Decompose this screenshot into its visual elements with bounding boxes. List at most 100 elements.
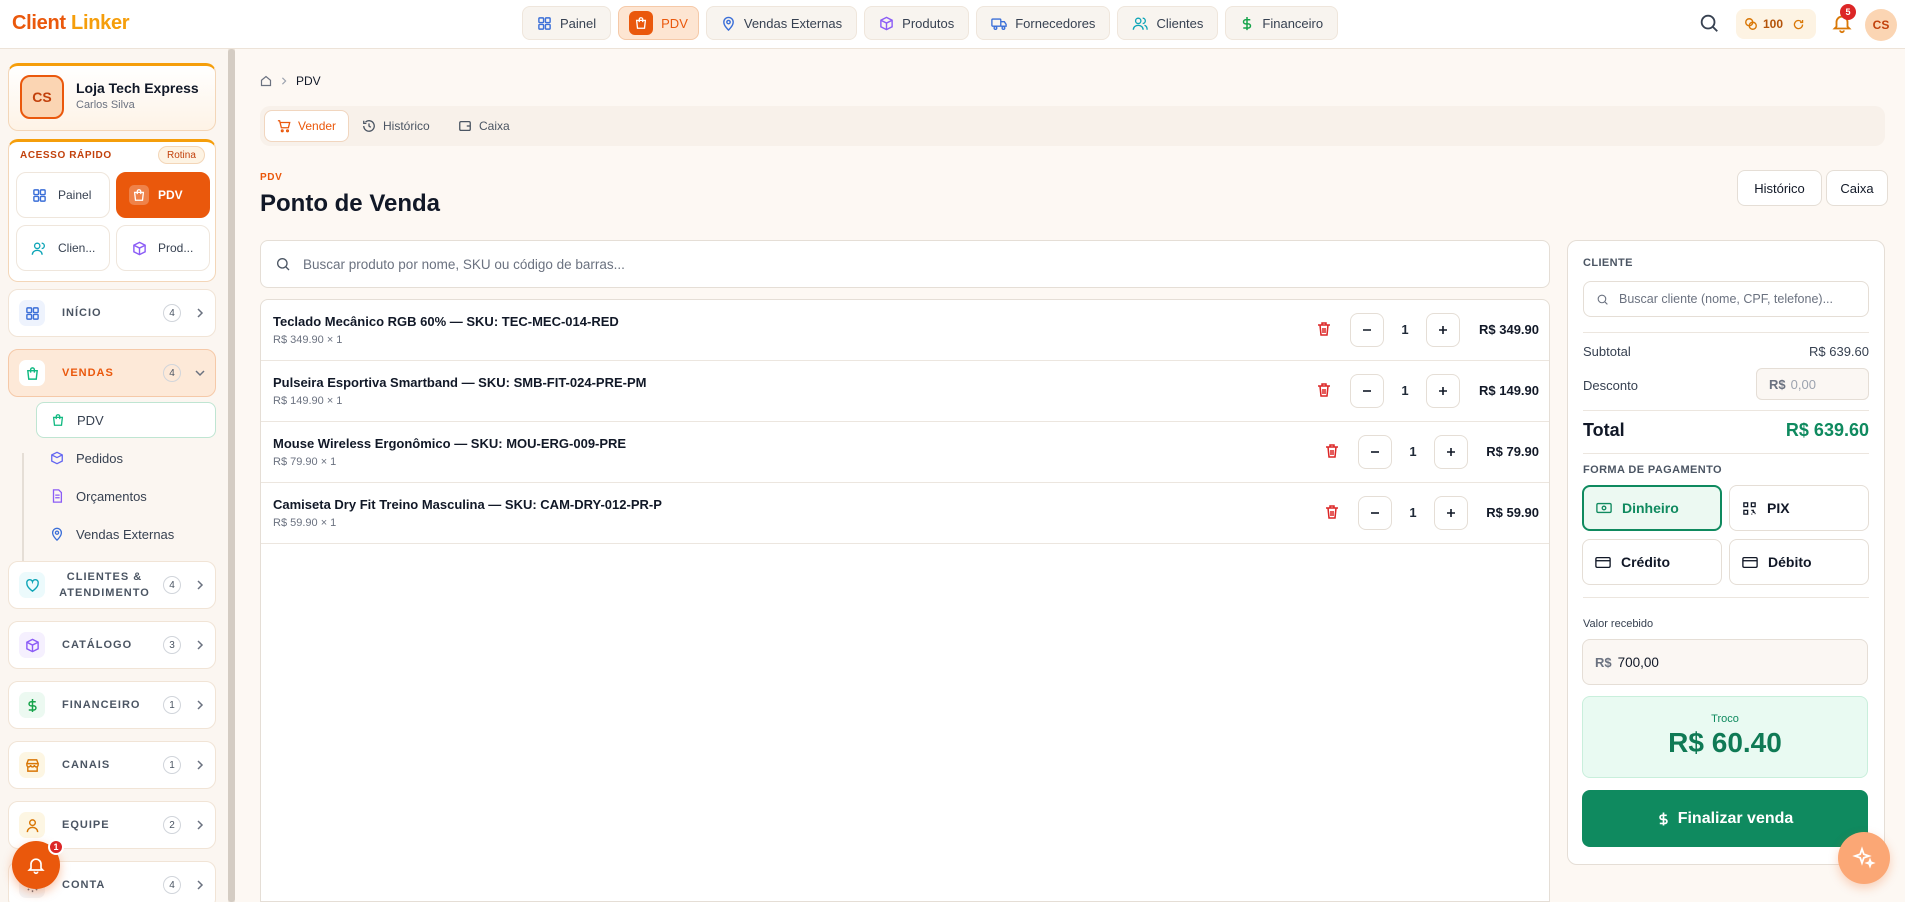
- increase-qty-button[interactable]: [1434, 496, 1468, 530]
- discount-input[interactable]: [1790, 376, 1851, 392]
- refresh-icon[interactable]: [1792, 18, 1805, 31]
- coins-widget[interactable]: 100: [1736, 9, 1816, 39]
- section-count: 1: [163, 756, 181, 774]
- trash-icon[interactable]: [1316, 321, 1332, 337]
- increase-qty-button[interactable]: [1434, 435, 1468, 469]
- decrease-qty-button[interactable]: [1350, 313, 1384, 347]
- item-name: Pulseira Esportiva Smartband — SKU: SMB-…: [273, 375, 647, 390]
- cash-icon: [1596, 502, 1612, 514]
- nav-clientes[interactable]: Clientes: [1117, 6, 1219, 40]
- customer-search-input[interactable]: [1619, 292, 1859, 306]
- tab-historico[interactable]: Histórico: [350, 110, 442, 142]
- item-total: R$ 79.90: [1486, 444, 1539, 459]
- user-avatar[interactable]: CS: [1865, 9, 1897, 41]
- plus-icon: [1439, 387, 1447, 395]
- page-kicker: PDV: [260, 172, 283, 183]
- app-logo[interactable]: Client Linker: [12, 12, 130, 35]
- decrease-qty-button[interactable]: [1350, 374, 1384, 408]
- ai-assistant-button[interactable]: [1838, 832, 1890, 884]
- payment-dinheiro[interactable]: Dinheiro: [1582, 485, 1722, 531]
- users-icon: [1133, 17, 1149, 30]
- home-icon[interactable]: [260, 75, 272, 87]
- item-unit-price: R$ 59.90 × 1: [273, 517, 337, 529]
- quick-pdv[interactable]: PDV: [116, 172, 210, 218]
- history-icon: [363, 120, 375, 132]
- nav-vendas-externas[interactable]: Vendas Externas: [705, 6, 858, 40]
- total-row: Total R$ 639.60: [1583, 413, 1869, 447]
- cart-icon: [277, 120, 291, 133]
- received-input[interactable]: [1617, 654, 1818, 670]
- quick-painel[interactable]: Painel: [16, 172, 110, 218]
- sidebar-section-clientes[interactable]: CLIENTES & ATENDIMENTO 4: [8, 561, 216, 609]
- caixa-button[interactable]: Caixa: [1826, 170, 1888, 206]
- chevron-right-icon: [195, 820, 205, 830]
- chevron-right-icon: [195, 760, 205, 770]
- subtotal-value: R$ 639.60: [1809, 344, 1869, 359]
- tab-vender[interactable]: Vender: [264, 110, 350, 142]
- quick-clientes[interactable]: Clien...: [16, 225, 110, 271]
- nav-produtos[interactable]: Produtos: [864, 6, 970, 40]
- historico-button[interactable]: Histórico: [1737, 170, 1822, 206]
- top-bar: Client Linker Painel PDV Vendas Externas…: [0, 0, 1905, 49]
- decrease-qty-button[interactable]: [1358, 435, 1392, 469]
- cliente-label: CLIENTE: [1583, 257, 1633, 269]
- shopping-bag-icon: [129, 185, 149, 205]
- quick-access: ACESSO RÁPIDO Rotina Painel PDV Clien...…: [8, 139, 216, 282]
- trash-icon[interactable]: [1324, 504, 1340, 520]
- section-count: 2: [163, 816, 181, 834]
- sidebar-section-canais[interactable]: CANAIS 1: [8, 741, 216, 789]
- product-search: [260, 240, 1550, 288]
- credit-card-icon: [1742, 556, 1758, 568]
- breadcrumb-current: PDV: [296, 74, 321, 88]
- sidebar-scrollbar[interactable]: [228, 49, 235, 902]
- grid-icon: [29, 185, 49, 205]
- search-icon[interactable]: [1698, 12, 1720, 34]
- increase-qty-button[interactable]: [1426, 374, 1460, 408]
- decrease-qty-button[interactable]: [1358, 496, 1392, 530]
- sidebar-item-pedidos[interactable]: Pedidos: [36, 440, 216, 476]
- payment-debito[interactable]: Débito: [1729, 539, 1869, 585]
- nav-fornecedores[interactable]: Fornecedores: [976, 6, 1111, 40]
- store-avatar: CS: [20, 75, 64, 119]
- quick-produtos[interactable]: Prod...: [116, 225, 210, 271]
- section-count: 4: [163, 876, 181, 894]
- map-pin-icon: [722, 16, 734, 31]
- sidebar: CS Loja Tech Express Carlos Silva ACESSO…: [0, 49, 235, 902]
- sidebar-item-vendas-externas[interactable]: Vendas Externas: [36, 516, 216, 552]
- payment-pix[interactable]: PIX: [1729, 485, 1869, 531]
- page-title: Ponto de Venda: [260, 190, 441, 217]
- troco-label: Troco: [1711, 713, 1739, 725]
- coins-icon: [1745, 18, 1757, 30]
- rotina-badge[interactable]: Rotina: [158, 146, 205, 164]
- store-card[interactable]: CS Loja Tech Express Carlos Silva: [8, 63, 216, 131]
- sidebar-section-inicio[interactable]: INÍCIO 4: [8, 289, 216, 337]
- credit-card-icon: [1595, 556, 1611, 568]
- tab-caixa[interactable]: Caixa: [446, 110, 522, 142]
- trash-icon[interactable]: [1324, 443, 1340, 459]
- finalizar-venda-button[interactable]: Finalizar venda: [1582, 790, 1868, 847]
- nav-financeiro[interactable]: Financeiro: [1225, 6, 1339, 40]
- pagamento-label: FORMA DE PAGAMENTO: [1583, 464, 1722, 476]
- scrollbar-thumb[interactable]: [228, 49, 235, 902]
- payment-credito[interactable]: Crédito: [1582, 539, 1722, 585]
- item-unit-price: R$ 149.90 × 1: [273, 395, 343, 407]
- floating-notifications-button[interactable]: 1: [12, 839, 64, 889]
- sidebar-section-vendas[interactable]: VENDAS 4: [8, 349, 216, 397]
- sidebar-section-financeiro[interactable]: FINANCEIRO 1: [8, 681, 216, 729]
- sidebar-section-catalogo[interactable]: CATÁLOGO 3: [8, 621, 216, 669]
- item-name: Camiseta Dry Fit Treino Masculina — SKU:…: [273, 497, 662, 512]
- item-unit-price: R$ 79.90 × 1: [273, 456, 337, 468]
- sidebar-item-orcamentos[interactable]: Orçamentos: [36, 478, 216, 514]
- chevron-right-icon: [195, 700, 205, 710]
- item-name: Mouse Wireless Ergonômico — SKU: MOU-ERG…: [273, 436, 627, 451]
- notification-count-badge: 5: [1840, 4, 1856, 20]
- sidebar-item-pdv[interactable]: PDV: [36, 402, 216, 438]
- trash-icon[interactable]: [1316, 382, 1332, 398]
- increase-qty-button[interactable]: [1426, 313, 1460, 347]
- product-search-input[interactable]: [303, 256, 1503, 272]
- wallet-icon: [459, 120, 471, 132]
- store-icon: [19, 752, 45, 778]
- nav-painel[interactable]: Painel: [522, 6, 612, 40]
- nav-pdv[interactable]: PDV: [618, 6, 699, 40]
- divider: [1583, 597, 1869, 598]
